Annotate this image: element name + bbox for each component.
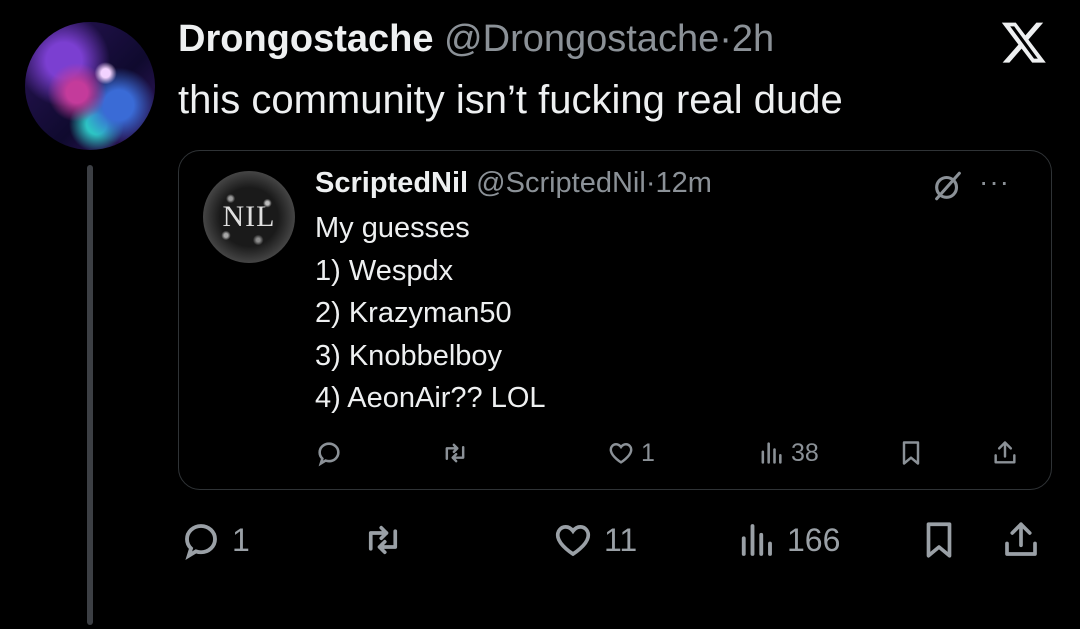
- reply-count: 1: [232, 521, 250, 558]
- author-handle[interactable]: @Drongostache: [444, 18, 719, 60]
- quoted-views-button[interactable]: 38: [757, 433, 819, 473]
- quoted-line: 3) Knobbelboy: [315, 339, 503, 372]
- heart-icon: [555, 525, 591, 557]
- quoted-line: 2) Krazyman50: [315, 297, 512, 329]
- quoted-action-bar: 1 38: [179, 433, 1051, 473]
- x-logo-icon: [1001, 22, 1046, 63]
- tweet-header: Drongostache @Drongostache·2h: [178, 16, 774, 62]
- like-button[interactable]: 11: [552, 512, 637, 568]
- quoted-line: 4) AeonAir?? LOL: [315, 382, 546, 414]
- quoted-like-count: 1: [641, 438, 655, 467]
- bookmark-button[interactable]: [918, 512, 960, 568]
- quoted-line: 1) Wespdx: [315, 254, 454, 287]
- quoted-author-avatar[interactable]: NIL: [203, 171, 295, 263]
- quoted-display-name[interactable]: ScriptedNil: [315, 167, 468, 199]
- retweet-icon: [445, 443, 465, 463]
- quoted-views-count: 38: [791, 438, 819, 467]
- separator-dot: ·: [719, 18, 732, 60]
- views-button[interactable]: 166: [735, 512, 840, 568]
- more-options-icon[interactable]: ···: [979, 167, 1025, 197]
- quoted-line: My guesses: [315, 212, 470, 244]
- retweet-button[interactable]: [362, 512, 414, 568]
- quoted-bookmark-button[interactable]: [897, 433, 925, 473]
- tweet-action-bar: 1 11 166: [0, 512, 1080, 568]
- quoted-share-button[interactable]: [991, 433, 1019, 473]
- reply-icon: [185, 524, 217, 561]
- bookmark-icon: [926, 522, 952, 558]
- reply-icon: [318, 442, 340, 467]
- tweet-time[interactable]: 2h: [732, 18, 774, 60]
- grok-icon[interactable]: [931, 169, 965, 203]
- retweet-icon: [368, 525, 398, 555]
- reply-button[interactable]: 1: [180, 512, 250, 568]
- author-avatar[interactable]: [25, 22, 155, 150]
- like-count: 11: [604, 521, 638, 558]
- author-display-name[interactable]: Drongostache: [178, 18, 433, 60]
- views-count: 166: [787, 521, 841, 558]
- quoted-time[interactable]: 12m: [655, 167, 711, 199]
- share-icon: [1005, 522, 1037, 556]
- bookmark-icon: [902, 441, 920, 465]
- tweet-text: this community isn’t fucking real dude: [178, 78, 843, 122]
- quoted-handle[interactable]: @ScriptedNil: [476, 167, 646, 199]
- quoted-text: My guesses 1) Wespdx 2) Krazyman50 3) Kn…: [315, 207, 546, 420]
- quoted-retweet-button[interactable]: [441, 433, 475, 473]
- quoted-header: ScriptedNil @ScriptedNil·12m: [315, 165, 712, 201]
- views-icon: [761, 442, 782, 464]
- quoted-reply-button[interactable]: [315, 433, 349, 473]
- quoted-tweet[interactable]: NIL ScriptedNil @ScriptedNil·12m ··· My …: [178, 150, 1052, 490]
- views-icon: [741, 524, 772, 556]
- share-button[interactable]: [1000, 512, 1042, 568]
- quoted-like-button[interactable]: 1: [607, 433, 655, 473]
- heart-icon: [609, 443, 633, 464]
- quoted-avatar-text: NIL: [222, 200, 276, 233]
- share-icon: [994, 441, 1016, 464]
